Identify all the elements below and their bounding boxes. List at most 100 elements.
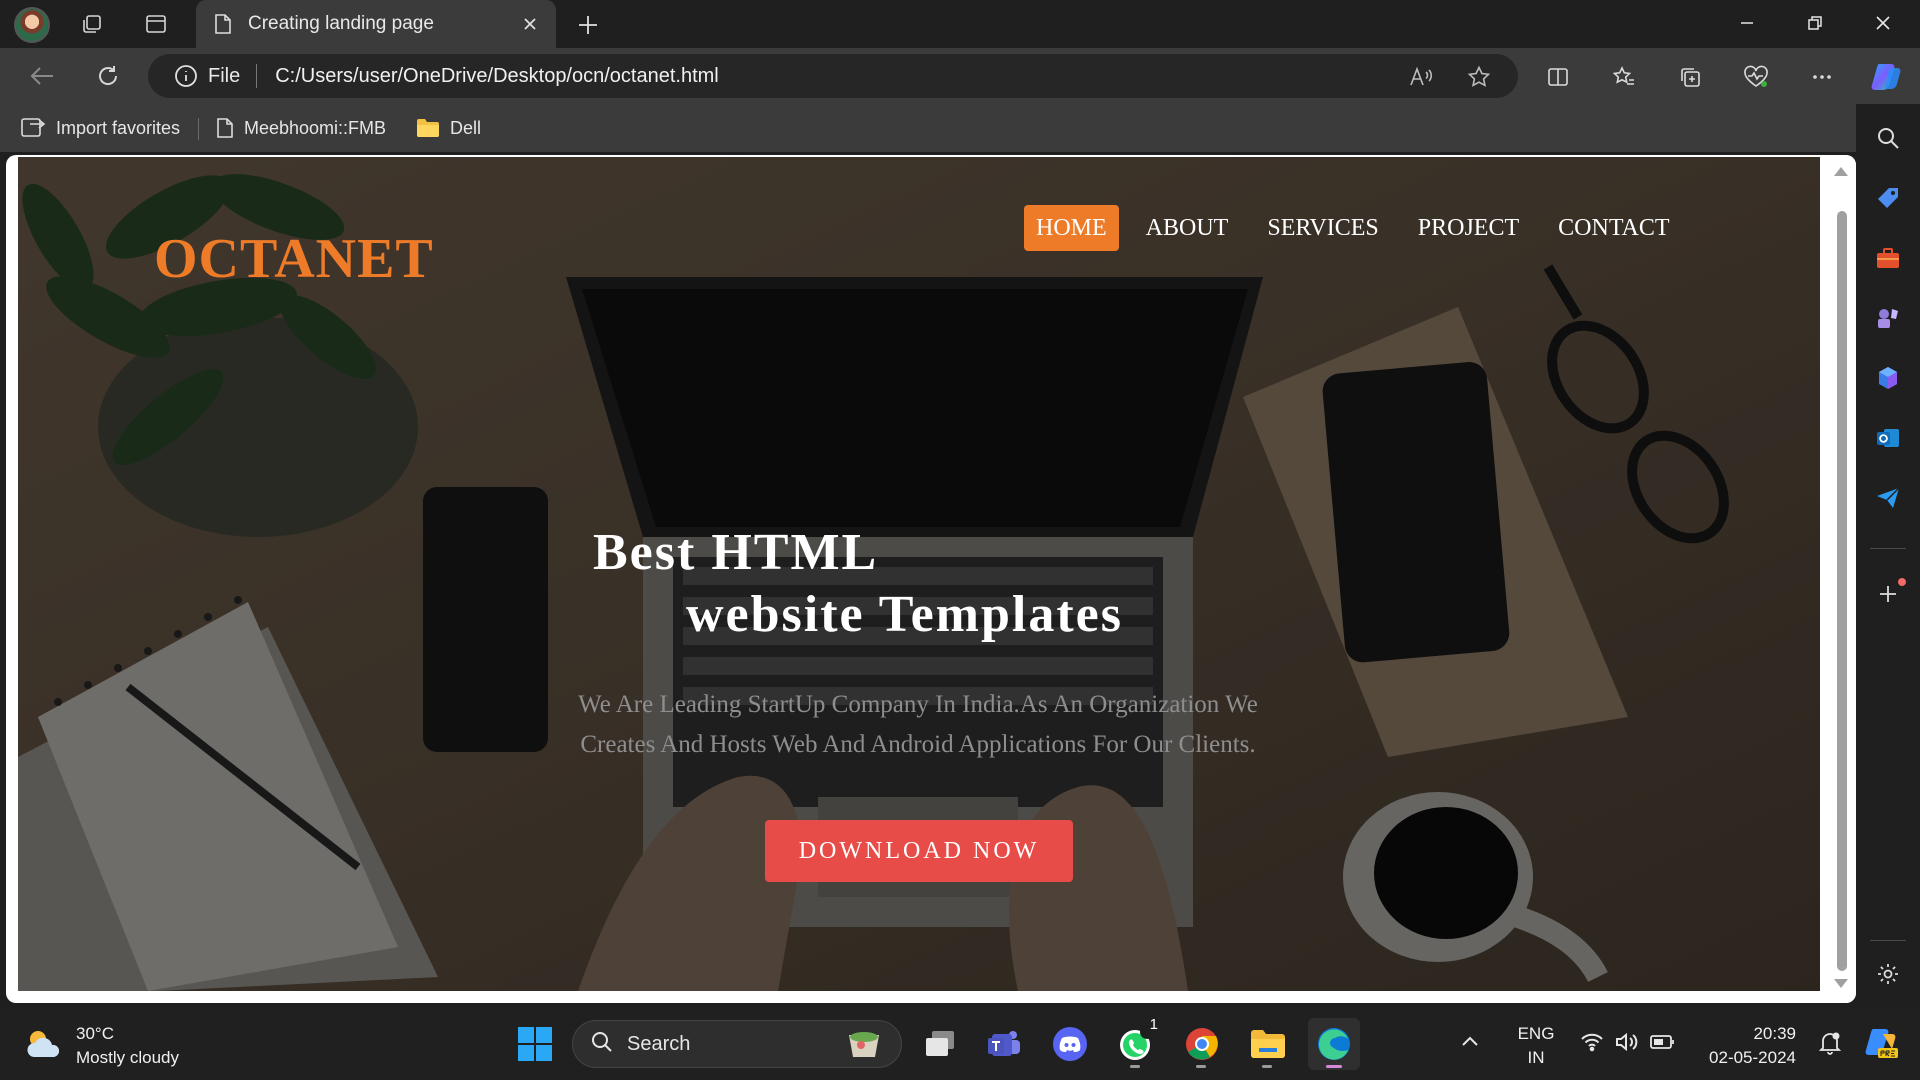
hero-headline-line2: website Templates bbox=[686, 586, 1123, 643]
running-indicator bbox=[1130, 1065, 1140, 1068]
favorite-meebhoomi[interactable]: Meebhoomi::FMB bbox=[216, 114, 386, 142]
profile-avatar[interactable] bbox=[14, 7, 50, 43]
tagline-line1: We Are Leading StartUp Company In India.… bbox=[578, 691, 1258, 718]
show-hidden-icons-chevron-icon[interactable] bbox=[1460, 1034, 1480, 1053]
copilot-icon[interactable] bbox=[1866, 57, 1906, 97]
microsoft-365-icon[interactable] bbox=[1868, 358, 1908, 398]
games-icon[interactable] bbox=[1868, 298, 1908, 338]
scheme-label: File bbox=[208, 64, 241, 87]
start-windows-icon[interactable] bbox=[509, 1018, 561, 1070]
active-indicator bbox=[1326, 1065, 1342, 1068]
tab-strip: Creating landing page bbox=[0, 0, 1920, 48]
search-highlight-icon bbox=[845, 1027, 883, 1066]
minimize-icon[interactable] bbox=[1713, 0, 1781, 46]
volume-icon[interactable] bbox=[1614, 1032, 1640, 1057]
clock-time: 20:39 bbox=[1753, 1024, 1796, 1043]
edge-sidebar bbox=[1856, 104, 1920, 1008]
favorite-import-favorites[interactable]: Import favorites bbox=[20, 114, 180, 142]
favorites-icon[interactable] bbox=[1604, 57, 1644, 97]
clock[interactable]: 20:39 02-05-2024 bbox=[1696, 1022, 1796, 1070]
nav-project[interactable]: PROJECT bbox=[1406, 205, 1531, 251]
page-icon bbox=[214, 13, 232, 35]
browser-toolbar: File C:/Users/user/OneDrive/Desktop/ocn/… bbox=[0, 48, 1920, 104]
url-text[interactable]: C:/Users/user/OneDrive/Desktop/ocn/octan… bbox=[275, 65, 719, 88]
send-plane-icon[interactable] bbox=[1868, 478, 1908, 518]
tab-title: Creating landing page bbox=[248, 13, 434, 34]
whatsapp-icon[interactable]: 1 bbox=[1110, 1016, 1162, 1070]
more-options-icon[interactable] bbox=[1802, 57, 1842, 97]
wifi-icon[interactable] bbox=[1580, 1032, 1604, 1057]
hero-section: OCTANET HOME ABOUT SERVICES PROJECT CONT… bbox=[18, 157, 1820, 991]
weather-widget[interactable]: 30°C Mostly cloudy bbox=[24, 1022, 179, 1070]
notification-dot bbox=[1898, 578, 1906, 586]
running-indicator bbox=[1196, 1065, 1206, 1068]
windows-taskbar: 30°C Mostly cloudy Search 1 ENG IN 20:39… bbox=[0, 1008, 1920, 1080]
close-window-icon[interactable] bbox=[1849, 0, 1917, 46]
weather-temperature: 30°C bbox=[76, 1024, 114, 1043]
favorite-label: Dell bbox=[450, 117, 482, 138]
read-aloud-icon[interactable] bbox=[1406, 62, 1436, 92]
outlook-icon[interactable] bbox=[1868, 418, 1908, 458]
browser-essentials-icon[interactable] bbox=[1736, 57, 1776, 97]
favorite-dell[interactable]: Dell bbox=[416, 114, 481, 142]
search-icon[interactable] bbox=[1868, 118, 1908, 158]
shopping-tag-icon[interactable] bbox=[1868, 178, 1908, 218]
taskbar-search-box[interactable]: Search bbox=[572, 1020, 902, 1068]
running-indicator bbox=[1262, 1065, 1272, 1068]
new-tab-icon[interactable] bbox=[570, 7, 606, 43]
add-sidebar-app-icon[interactable] bbox=[1868, 574, 1908, 614]
favorite-label: Import favorites bbox=[56, 117, 181, 138]
scroll-up-arrow-icon[interactable] bbox=[1834, 167, 1848, 176]
workspaces-icon[interactable] bbox=[72, 6, 112, 42]
weather-description: Mostly cloudy bbox=[76, 1048, 179, 1067]
nav-contact[interactable]: CONTACT bbox=[1546, 205, 1681, 251]
folder-icon bbox=[416, 118, 440, 138]
import-icon bbox=[20, 116, 46, 140]
collections-icon[interactable] bbox=[1670, 57, 1710, 97]
hero-headline-line1: Best HTML bbox=[593, 524, 879, 581]
split-screen-icon[interactable] bbox=[1538, 57, 1578, 97]
language-indicator[interactable]: ENG IN bbox=[1514, 1022, 1558, 1070]
site-navigation: HOME ABOUT SERVICES PROJECT CONTACT bbox=[1024, 205, 1697, 251]
copilot-preview-icon[interactable] bbox=[1864, 1026, 1898, 1065]
discord-icon[interactable] bbox=[1044, 1018, 1096, 1070]
sidebar-separator bbox=[1870, 940, 1906, 941]
tools-briefcase-icon[interactable] bbox=[1868, 238, 1908, 278]
sidebar-separator bbox=[1870, 548, 1906, 549]
tagline-line2: Creates And Hosts Web And Android Applic… bbox=[580, 731, 1256, 758]
chrome-icon[interactable] bbox=[1176, 1018, 1228, 1070]
back-arrow-icon[interactable] bbox=[22, 56, 62, 96]
site-logo[interactable]: OCTANET bbox=[154, 227, 434, 291]
download-now-button[interactable]: DOWNLOAD NOW bbox=[765, 820, 1073, 882]
refresh-icon[interactable] bbox=[88, 56, 128, 96]
sidebar-settings-gear-icon[interactable] bbox=[1868, 954, 1908, 994]
page-icon bbox=[216, 117, 234, 139]
search-label: Search bbox=[627, 1032, 691, 1055]
file-explorer-icon[interactable] bbox=[1242, 1018, 1294, 1070]
edge-browser-icon[interactable] bbox=[1308, 1018, 1360, 1070]
scroll-thumb[interactable] bbox=[1837, 211, 1847, 971]
task-view-icon[interactable] bbox=[914, 1018, 966, 1070]
whatsapp-badge: 1 bbox=[1149, 1016, 1158, 1033]
favorite-label: Meebhoomi::FMB bbox=[244, 117, 387, 138]
restore-icon[interactable] bbox=[1781, 0, 1849, 46]
favorites-separator bbox=[198, 118, 199, 140]
nav-services[interactable]: SERVICES bbox=[1255, 205, 1390, 251]
scroll-down-arrow-icon[interactable] bbox=[1834, 979, 1848, 988]
search-icon bbox=[591, 1031, 613, 1058]
close-tab-icon[interactable] bbox=[516, 10, 544, 38]
address-separator bbox=[256, 64, 258, 88]
cloudy-weather-icon bbox=[24, 1027, 64, 1066]
site-info-icon[interactable] bbox=[174, 64, 198, 88]
notifications-bell-icon[interactable] bbox=[1818, 1030, 1842, 1061]
address-bar[interactable]: File C:/Users/user/OneDrive/Desktop/ocn/… bbox=[148, 54, 1518, 98]
nav-home[interactable]: HOME bbox=[1024, 205, 1119, 251]
active-tab[interactable]: Creating landing page bbox=[196, 0, 556, 48]
page-scrollbar[interactable] bbox=[1826, 155, 1856, 1003]
favorite-star-icon[interactable] bbox=[1464, 62, 1494, 92]
battery-icon[interactable] bbox=[1650, 1034, 1676, 1055]
language-code: ENG bbox=[1517, 1024, 1555, 1043]
nav-about[interactable]: ABOUT bbox=[1134, 205, 1241, 251]
vertical-tabs-icon[interactable] bbox=[136, 6, 176, 42]
teams-icon[interactable] bbox=[978, 1018, 1030, 1070]
